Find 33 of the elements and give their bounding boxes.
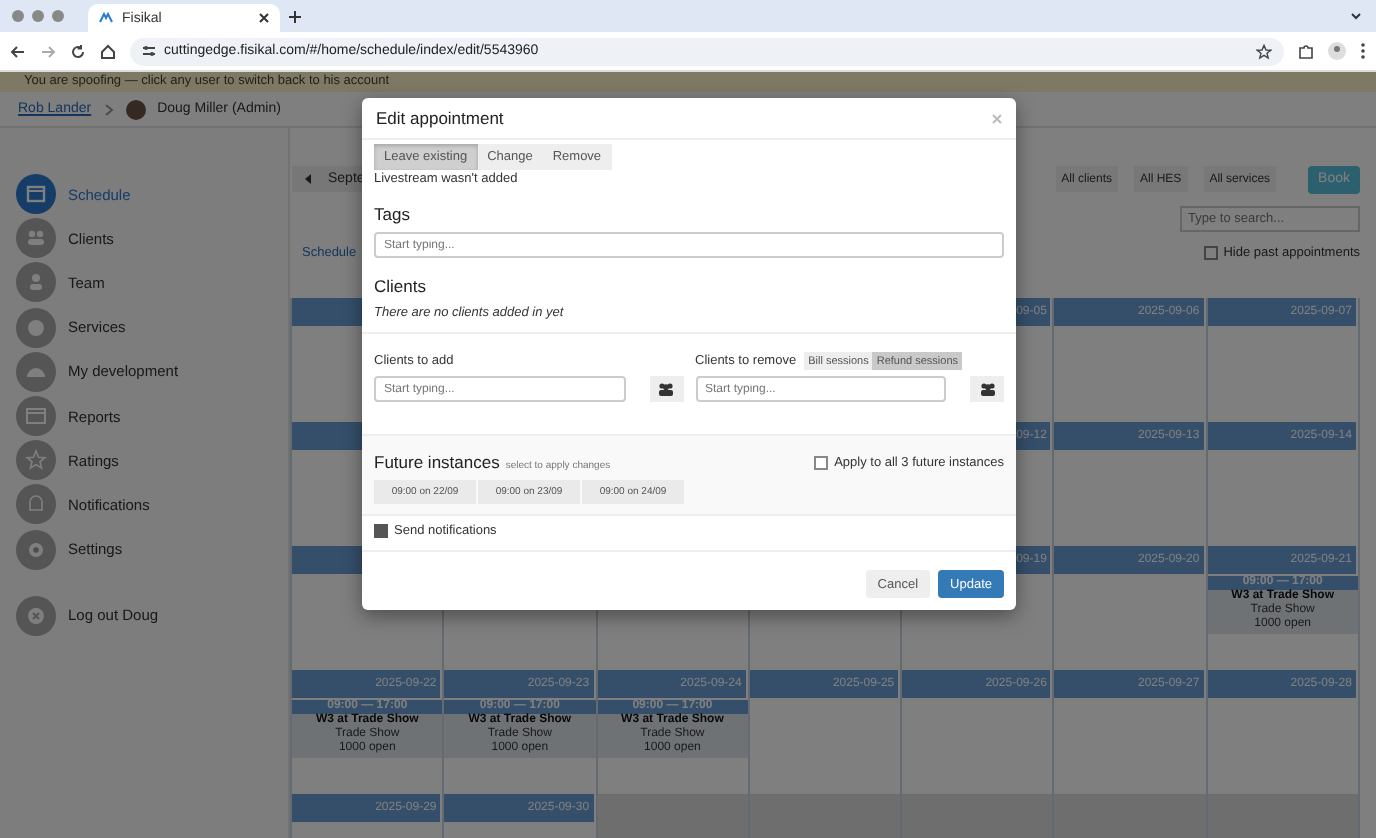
menu-icon[interactable] bbox=[1360, 42, 1366, 60]
checkbox[interactable] bbox=[374, 524, 388, 538]
avatar bbox=[125, 99, 146, 119]
checkbox[interactable] bbox=[814, 455, 829, 469]
section-heading: Clients bbox=[374, 276, 428, 296]
people-icon bbox=[979, 382, 995, 396]
bell-icon bbox=[16, 484, 56, 525]
section-heading: Tags bbox=[374, 204, 412, 224]
gear-icon bbox=[16, 529, 56, 570]
back-icon[interactable] bbox=[10, 43, 26, 59]
dialog-title: Edit appointment bbox=[376, 108, 504, 128]
section-heading: Future instances bbox=[374, 452, 500, 472]
people-icon bbox=[658, 382, 674, 396]
group-button[interactable] bbox=[970, 376, 1004, 402]
plus-icon[interactable] bbox=[288, 9, 302, 23]
favicon-icon bbox=[98, 12, 114, 24]
home-icon[interactable] bbox=[100, 43, 116, 59]
sliders-icon[interactable] bbox=[142, 44, 156, 58]
caret-icon bbox=[304, 174, 312, 184]
chevron-down-icon[interactable] bbox=[1348, 8, 1364, 24]
window-icon bbox=[16, 396, 56, 437]
star-icon[interactable] bbox=[1256, 43, 1272, 59]
group-button[interactable] bbox=[649, 376, 683, 402]
calendar-icon bbox=[16, 174, 56, 215]
checkbox[interactable] bbox=[1203, 246, 1218, 260]
people-icon bbox=[16, 218, 56, 259]
chevron-right-icon bbox=[103, 103, 114, 115]
circle-icon bbox=[16, 307, 56, 348]
profile-icon[interactable] bbox=[1328, 42, 1346, 60]
close-icon bbox=[16, 595, 56, 636]
reload-icon[interactable] bbox=[70, 43, 86, 59]
person-icon bbox=[16, 262, 56, 303]
close-icon[interactable] bbox=[258, 12, 270, 24]
